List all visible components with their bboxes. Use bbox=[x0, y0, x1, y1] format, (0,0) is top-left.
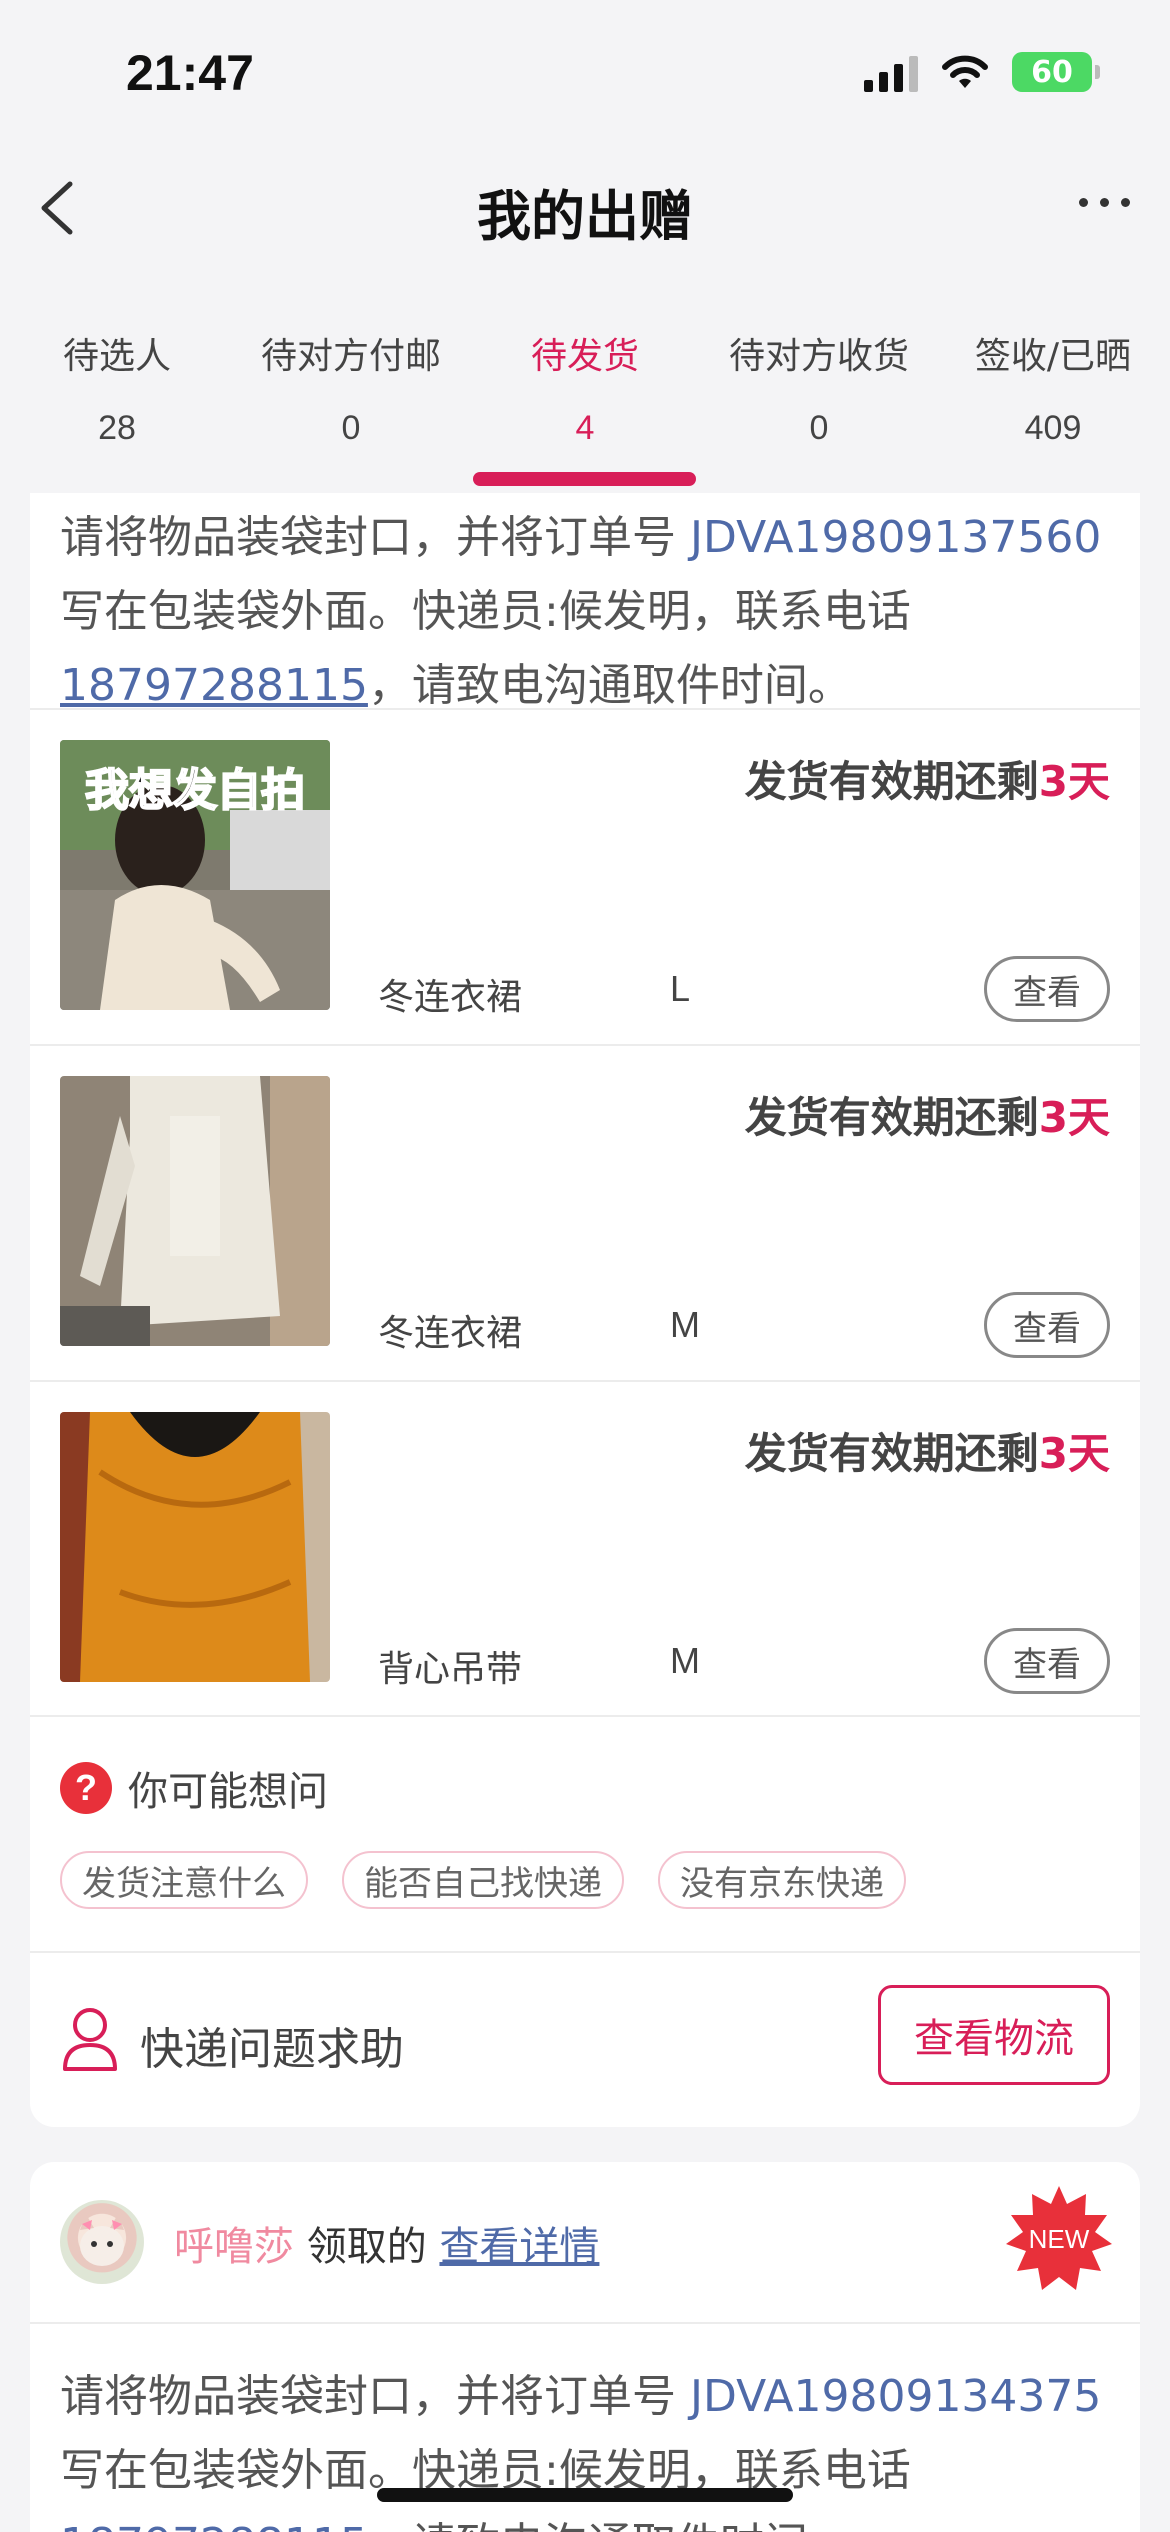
tab-count: 28 bbox=[98, 409, 136, 447]
avatar[interactable] bbox=[60, 2200, 144, 2284]
active-tab-indicator bbox=[473, 472, 696, 486]
item-name: 冬连衣裙 bbox=[378, 1313, 523, 1354]
deadline-label: 发货有效期还剩 bbox=[744, 1429, 1039, 1478]
deadline-days: 3天 bbox=[1038, 1093, 1110, 1142]
courier-phone-link[interactable]: 18797288115 bbox=[60, 660, 368, 711]
deadline-label: 发货有效期还剩 bbox=[744, 1093, 1039, 1142]
tab-count: 4 bbox=[575, 409, 595, 447]
tab-count: 0 bbox=[809, 409, 829, 447]
order-card: 呼噜莎 领取的 查看详情 NEW 请将物品装袋封口，并将订单号 JDVA1980… bbox=[30, 2162, 1140, 2532]
courier-phone-link[interactable]: 18797288115 bbox=[60, 2519, 368, 2532]
tab-pending-select[interactable]: 待选人 28 bbox=[0, 265, 234, 493]
deadline-days: 3天 bbox=[1038, 1429, 1110, 1478]
gift-item[interactable]: 发货有效期还剩3天 冬连衣裙 M 查看 bbox=[30, 1044, 1140, 1378]
order-card: 请将物品装袋封口，并将订单号 JDVA19809137560 写在包装袋外面。快… bbox=[30, 493, 1140, 2127]
status-time: 21:47 bbox=[126, 45, 254, 101]
battery-icon: 60 bbox=[1012, 52, 1100, 92]
status-bar: 21:47 60 bbox=[0, 0, 1170, 150]
tab-label: 签收/已晒 bbox=[974, 336, 1132, 377]
item-photo[interactable]: 我想发自拍 bbox=[60, 740, 330, 1010]
notice-text: 请将物品装袋封口，并将订单号 bbox=[60, 2371, 690, 2422]
user-icon bbox=[63, 2008, 117, 2071]
view-button[interactable]: 查看 bbox=[984, 1292, 1110, 1358]
order-list[interactable]: 请将物品装袋封口，并将订单号 JDVA19809137560 写在包装袋外面。快… bbox=[0, 493, 1170, 2532]
tab-pending-postage[interactable]: 待对方付邮 0 bbox=[234, 265, 468, 493]
receiver-info: 呼噜莎 领取的 查看详情 bbox=[174, 2214, 599, 2272]
ship-deadline: 发货有效期还剩3天 bbox=[745, 748, 1110, 809]
item-size: M bbox=[670, 1640, 700, 1681]
faq-section: ? 你可能想问 发货注意什么 能否自己找快递 没有京东快递 bbox=[30, 1715, 1140, 1951]
notice-text: ，请致电沟通取件时间。 bbox=[367, 660, 852, 711]
shipping-notice: 请将物品装袋封口，并将订单号 JDVA19809137560 写在包装袋外面。快… bbox=[30, 493, 1140, 723]
wifi-icon bbox=[942, 55, 988, 88]
tab-label: 待选人 bbox=[62, 336, 171, 377]
item-size: M bbox=[670, 1304, 700, 1345]
receiver-nickname[interactable]: 呼噜莎 bbox=[174, 2224, 294, 2270]
item-photo[interactable] bbox=[60, 1076, 330, 1346]
help-text[interactable]: 快递问题求助 bbox=[140, 2013, 404, 2077]
faq-tag[interactable]: 没有京东快递 bbox=[658, 1851, 906, 1909]
status-icons: 60 bbox=[864, 52, 1100, 92]
notice-text: 请将物品装袋封口，并将订单号 bbox=[60, 512, 690, 563]
delivery-help: 快递问题求助 查看物流 bbox=[30, 1951, 1140, 2127]
view-button[interactable]: 查看 bbox=[984, 956, 1110, 1022]
gift-item[interactable]: 发货有效期还剩3天 背心吊带 M 查看 bbox=[30, 1380, 1140, 1714]
view-logistics-button[interactable]: 查看物流 bbox=[878, 1985, 1110, 2085]
ship-deadline: 发货有效期还剩3天 bbox=[745, 1420, 1110, 1481]
item-photo[interactable] bbox=[60, 1412, 330, 1682]
tab-label: 待对方付邮 bbox=[260, 336, 441, 377]
faq-tag[interactable]: 能否自己找快递 bbox=[342, 1851, 624, 1909]
nav-bar: 我的出赠 bbox=[0, 150, 1170, 265]
gift-item[interactable]: 我想发自拍 发货有效期还剩3天 冬连衣裙 L 查看 bbox=[30, 708, 1140, 1042]
more-options-icon[interactable] bbox=[1079, 198, 1130, 207]
order-number: JDVA19809137560 bbox=[690, 512, 1102, 563]
new-badge-text: NEW bbox=[1029, 2224, 1090, 2254]
order-number: JDVA19809134375 bbox=[690, 2371, 1102, 2422]
tab-pending-receipt[interactable]: 待对方收货 0 bbox=[702, 265, 936, 493]
notice-text: ，请致电沟通取件时间。 bbox=[368, 2519, 852, 2532]
tab-count: 409 bbox=[1024, 409, 1082, 447]
faq-tag[interactable]: 发货注意什么 bbox=[60, 1851, 308, 1909]
item-size: L bbox=[670, 968, 691, 1009]
home-indicator[interactable] bbox=[377, 2488, 793, 2502]
notice-text: 写在包装袋外面。快递员:候发明，联系电话 bbox=[60, 586, 911, 637]
tab-label: 待对方收货 bbox=[728, 336, 909, 377]
cellular-signal-icon bbox=[864, 52, 918, 92]
tab-signed-shared[interactable]: 签收/已晒 409 bbox=[936, 265, 1170, 493]
item-name: 背心吊带 bbox=[378, 1649, 523, 1690]
faq-title: 你可能想问 bbox=[128, 1769, 328, 1815]
question-icon: ? bbox=[60, 1762, 112, 1814]
ship-deadline: 发货有效期还剩3天 bbox=[745, 1084, 1110, 1145]
faq-header: ? 你可能想问 bbox=[60, 1759, 328, 1817]
status-tabs: 待选人 28 待对方付邮 0 待发货 4 待对方收货 0 签收/已晒 409 bbox=[0, 265, 1170, 493]
tab-label: 待发货 bbox=[530, 336, 639, 377]
deadline-label: 发货有效期还剩 bbox=[744, 757, 1039, 806]
item-name: 冬连衣裙 bbox=[378, 977, 523, 1018]
receiver-verb: 领取的 bbox=[294, 2224, 440, 2270]
faq-tags: 发货注意什么 能否自己找快递 没有京东快递 bbox=[60, 1851, 906, 1909]
tab-count: 0 bbox=[341, 409, 361, 447]
tab-pending-shipment[interactable]: 待发货 4 bbox=[468, 265, 702, 493]
battery-level: 60 bbox=[1031, 54, 1073, 90]
view-details-link[interactable]: 查看详情 bbox=[439, 2224, 599, 2270]
new-badge-icon: NEW bbox=[1006, 2186, 1112, 2290]
receiver-row: 呼噜莎 领取的 查看详情 NEW bbox=[30, 2162, 1140, 2322]
view-button[interactable]: 查看 bbox=[984, 1628, 1110, 1694]
photo-overlay-text: 我想发自拍 bbox=[85, 765, 305, 816]
deadline-days: 3天 bbox=[1038, 757, 1110, 806]
page-title: 我的出赠 bbox=[477, 185, 693, 248]
